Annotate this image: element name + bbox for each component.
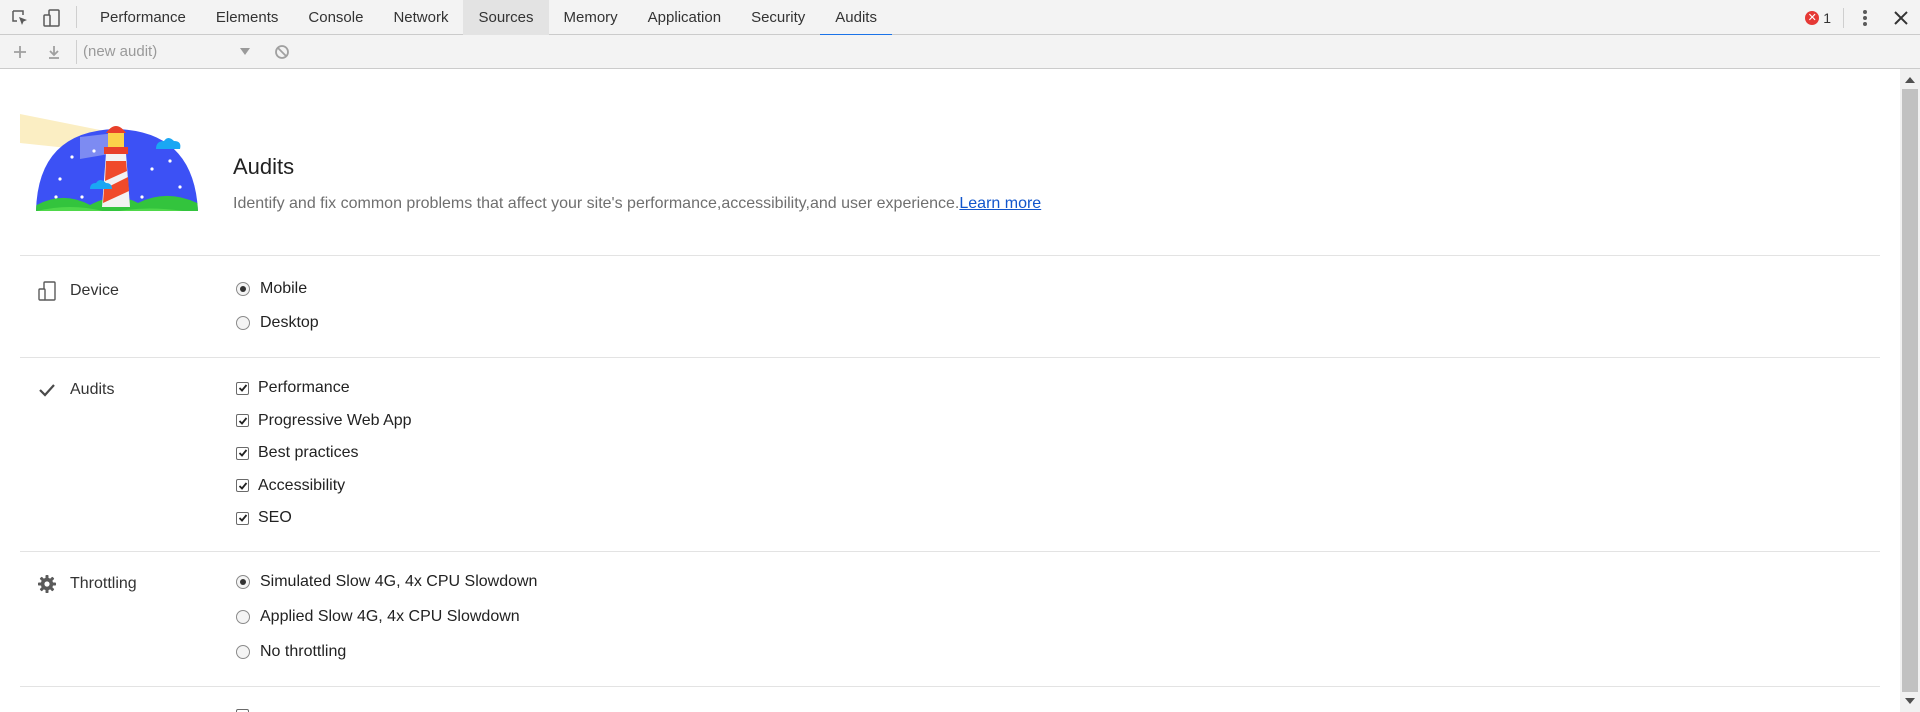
throttling-section-label: Throttling (36, 573, 137, 595)
tab-console[interactable]: Console (293, 0, 378, 35)
checkbox-checked[interactable] (236, 479, 249, 492)
tab-memory[interactable]: Memory (549, 0, 633, 35)
tab-elements[interactable]: Elements (201, 0, 294, 35)
checkbox-checked[interactable] (236, 511, 249, 525)
device-option-mobile[interactable]: Mobile (236, 280, 307, 298)
gear-icon (36, 573, 58, 595)
device-label-text: Device (70, 282, 119, 299)
devtools-tab-bar: Performance Elements Console Network Sources… (0, 0, 1920, 36)
scroll-down-arrow-icon[interactable] (1905, 698, 1915, 704)
inspect-element-icon[interactable] (4, 0, 36, 35)
throttling-option-simulated-slow-4g-4x-cpu-slowdown[interactable]: Simulated Slow 4G, 4x CPU Slowdown (236, 573, 537, 591)
option-label: No throttling (260, 643, 347, 660)
divider (20, 357, 1880, 358)
option-label: Performance (258, 379, 350, 396)
audit-select-value: (new audit) (83, 43, 158, 60)
header-description: Identify and fix common problems that af… (233, 195, 1041, 213)
separator (1843, 7, 1844, 28)
audits-option-seo[interactable]: SEO (236, 509, 292, 527)
audits-option-accessibility[interactable]: Accessibility (236, 477, 345, 495)
radio-unselected[interactable] (236, 610, 250, 624)
checkbox-checked[interactable] (236, 446, 249, 460)
throttling-option-no-throttling[interactable]: No throttling (236, 643, 346, 661)
vertical-scrollbar[interactable] (1900, 69, 1920, 712)
tab-bar-right: ✕ 1 (1805, 0, 1920, 35)
chevron-down-icon (240, 48, 250, 55)
device-icon (36, 280, 58, 302)
tab-sources[interactable]: Sources (463, 0, 549, 35)
error-count: 1 (1823, 9, 1831, 26)
divider (20, 686, 1880, 687)
device-option-desktop[interactable]: Desktop (236, 314, 319, 332)
audit-select[interactable]: (new audit) (76, 39, 254, 64)
radio-selected[interactable] (236, 575, 250, 589)
tab-network[interactable]: Network (378, 0, 463, 35)
audits-panel: Audits Identify and fix common problems … (0, 69, 1900, 712)
checkbox-checked[interactable] (236, 381, 249, 395)
throttling-section: Throttling Simulated Slow 4G, 4x CPU Slo… (20, 573, 1880, 693)
checkbox-checked[interactable] (236, 414, 249, 427)
option-label: Progressive Web App (258, 411, 412, 429)
throttling-option-applied-slow-4g-4x-cpu-slowdown[interactable]: Applied Slow 4G, 4x CPU Slowdown (236, 608, 520, 626)
device-section-label: Device (36, 280, 119, 302)
more-options-icon[interactable] (1856, 8, 1874, 28)
page-title: Audits (233, 154, 295, 179)
divider (20, 551, 1880, 552)
panel-tabs: Performance Elements Console Network Sources… (85, 0, 892, 36)
learn-more-link[interactable]: Learn more (959, 195, 1041, 212)
block-icon[interactable] (268, 38, 296, 66)
radio-selected[interactable] (236, 282, 250, 296)
audits-toolbar: (new audit) (0, 35, 1920, 69)
scrollbar-thumb[interactable] (1902, 89, 1918, 692)
divider (20, 255, 1880, 256)
close-icon[interactable] (1890, 7, 1912, 29)
option-label: SEO (258, 509, 292, 526)
tab-security[interactable]: Security (736, 0, 820, 35)
toolbar-separator (76, 6, 77, 28)
audits-label-text: Audits (70, 381, 115, 398)
radio-unselected[interactable] (236, 316, 250, 330)
tab-application[interactable]: Application (633, 0, 736, 35)
scroll-up-arrow-icon[interactable] (1905, 77, 1915, 83)
option-label: Best practices (258, 444, 359, 461)
option-label: Accessibility (258, 476, 346, 494)
audits-option-best-practices[interactable]: Best practices (236, 444, 358, 462)
download-icon[interactable] (40, 38, 68, 66)
error-icon: ✕ (1805, 10, 1820, 25)
tab-audits[interactable]: Audits (820, 0, 892, 36)
radio-unselected[interactable] (236, 645, 250, 659)
description-text: Identify and fix common problems that af… (233, 195, 960, 212)
audits-header: Audits Identify and fix common problems … (20, 109, 1880, 260)
option-label: Mobile (260, 280, 308, 297)
plus-icon[interactable] (6, 38, 34, 66)
audits-section: Audits Performance Progressive Web App Bes… (20, 379, 1880, 549)
audits-section-label: Audits (36, 379, 114, 401)
audits-option-progressive-web-app[interactable]: Progressive Web App (236, 412, 412, 430)
lighthouse-logo (20, 109, 205, 214)
checkmark-icon (36, 379, 58, 401)
tab-performance[interactable]: Performance (85, 0, 201, 35)
error-count-badge[interactable]: ✕ 1 (1805, 10, 1831, 26)
throttling-label-text: Throttling (70, 575, 137, 592)
option-label: Simulated Slow 4G, 4x CPU Slowdown (260, 573, 538, 590)
option-label: Applied Slow 4G, 4x CPU Slowdown (260, 608, 520, 625)
option-label: Desktop (260, 314, 319, 331)
audits-option-performance[interactable]: Performance (236, 379, 350, 397)
device-toolbar-icon[interactable] (36, 0, 68, 35)
